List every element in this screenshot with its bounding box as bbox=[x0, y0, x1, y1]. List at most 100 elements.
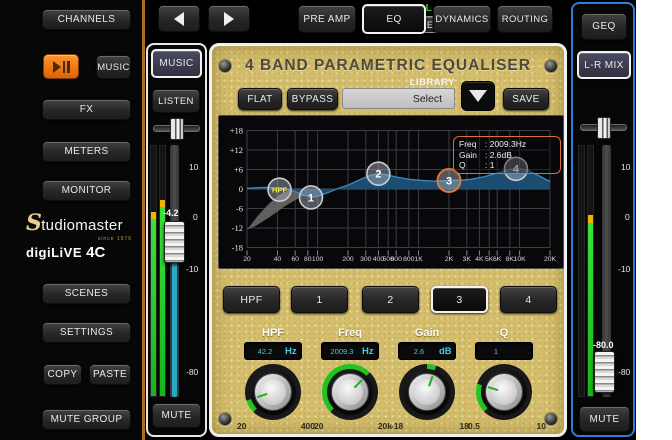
hpf-value-display: 42.2 Hz bbox=[244, 342, 302, 360]
paste-button[interactable]: PASTE bbox=[89, 364, 131, 385]
channel-meter-left bbox=[150, 145, 157, 397]
channel-pan-slider[interactable] bbox=[153, 118, 200, 140]
sidebar-item-settings[interactable]: SETTINGS bbox=[42, 322, 131, 343]
knob-pointer bbox=[353, 379, 363, 389]
gain-knob-group: Gain 2.6 dB -18 18 bbox=[391, 327, 469, 431]
band-info-box: Freq: 2009.3Hz Gain: 2.6dB Q: 1 bbox=[453, 136, 561, 174]
y-tick-label: -18 bbox=[232, 243, 243, 253]
geq-button[interactable]: GEQ bbox=[581, 13, 627, 40]
hpf-knob-group: HPF 42.2 Hz 20 400 bbox=[237, 327, 315, 431]
x-tick-label: 200 bbox=[342, 256, 354, 263]
x-tick-label: 3K bbox=[463, 256, 472, 263]
x-tick-label: 20K bbox=[544, 256, 557, 263]
eq-band-handle-HPF[interactable]: HPF bbox=[267, 177, 292, 202]
hpf-knob[interactable] bbox=[245, 364, 301, 420]
knob-value: 2.6 bbox=[413, 346, 425, 356]
info-q-value: : 1 bbox=[485, 160, 495, 170]
fader-scale-10: 10 bbox=[621, 162, 631, 172]
channel-pan-handle[interactable] bbox=[169, 118, 184, 140]
knob-label: Q bbox=[499, 327, 509, 339]
sidebar-item-mute-group[interactable]: MUTE GROUP bbox=[42, 409, 131, 430]
channel-fader-handle[interactable] bbox=[164, 221, 185, 263]
tab-dynamics[interactable]: DYNAMICS bbox=[433, 5, 491, 33]
eq-band-handle-2[interactable]: 2 bbox=[366, 161, 391, 187]
bypass-button[interactable]: BYPASS bbox=[287, 88, 338, 110]
knob-label: Freq bbox=[338, 327, 362, 339]
copy-button[interactable]: COPY bbox=[43, 364, 82, 385]
library-label: LIBRARY bbox=[409, 77, 455, 88]
model-suffix: 4C bbox=[86, 244, 106, 261]
info-gain-label: Gain bbox=[459, 149, 477, 160]
eq-graph: 20 40 60 80 100 200 300 400 500 600 800 1K 2K 3K 4K 5K 6… bbox=[218, 115, 564, 269]
master-strip: GEQ L-R MIX 10 0 -10 -80 -80.0 MUTE bbox=[571, 2, 635, 437]
x-tick-label: 60 bbox=[291, 256, 299, 263]
channel-fader-lower-track bbox=[172, 261, 177, 397]
band-button-2[interactable]: 2 bbox=[362, 286, 419, 313]
band-button-4[interactable]: 4 bbox=[500, 286, 557, 313]
knob-max: 10 bbox=[536, 421, 546, 431]
model-name: digiLiVE bbox=[26, 245, 82, 260]
x-tick-label: 80 bbox=[304, 256, 312, 263]
sidebar-item-monitor[interactable]: MONITOR bbox=[42, 180, 131, 201]
eq-band-handle-1[interactable]: 1 bbox=[298, 185, 324, 210]
y-tick-label: -12 bbox=[232, 223, 243, 233]
listen-button[interactable]: LISTEN bbox=[152, 89, 200, 113]
sidebar-item-scenes[interactable]: SCENES bbox=[42, 283, 131, 304]
channel-name-button[interactable]: MUSIC bbox=[151, 49, 202, 78]
master-meter-right bbox=[587, 145, 594, 397]
knob-unit: Hz bbox=[285, 345, 297, 357]
band-button-hpf[interactable]: HPF bbox=[223, 286, 280, 313]
tab-eq[interactable]: EQ bbox=[362, 4, 426, 34]
sidebar-item-channels[interactable]: CHANNELS bbox=[42, 9, 131, 30]
tab-routing[interactable]: ROUTING bbox=[497, 5, 553, 33]
prev-channel-button[interactable] bbox=[158, 5, 200, 32]
master-pan-handle[interactable] bbox=[596, 117, 611, 139]
channel-mute-button[interactable]: MUTE bbox=[152, 403, 201, 428]
x-tick-label: 800 bbox=[403, 256, 415, 263]
svg-text:3: 3 bbox=[446, 175, 452, 187]
master-fader-handle[interactable] bbox=[594, 351, 615, 393]
right-gutter bbox=[636, 0, 672, 440]
master-name-button[interactable]: L-R MIX bbox=[577, 51, 631, 79]
library-select[interactable]: Select bbox=[342, 88, 455, 109]
band-button-1[interactable]: 1 bbox=[291, 286, 348, 313]
meter-peak-segment bbox=[160, 200, 165, 207]
knob-pointer bbox=[487, 385, 499, 392]
sidebar-item-meters[interactable]: METERS bbox=[42, 141, 131, 162]
freq-knob[interactable] bbox=[322, 364, 378, 420]
info-freq-value: : 2009.3Hz bbox=[485, 139, 527, 149]
x-tick-label: 20 bbox=[243, 256, 251, 263]
fader-scale-m80: -80 bbox=[618, 367, 631, 377]
eq-panel: 4 BAND PARAMETRIC EQUALISER FLAT BYPASS … bbox=[209, 43, 567, 437]
channel-meter-right bbox=[159, 145, 166, 397]
meter-green-segment bbox=[588, 223, 593, 396]
knob-unit: dB bbox=[439, 345, 452, 357]
x-tick-label: 1K bbox=[414, 256, 423, 263]
next-channel-button[interactable] bbox=[208, 5, 250, 32]
knob-value: 1 bbox=[493, 346, 499, 356]
band-button-3[interactable]: 3 bbox=[431, 286, 488, 313]
gain-value-display: 2.6 dB bbox=[398, 342, 456, 360]
brand-name: tudiomaster bbox=[41, 217, 123, 234]
tab-preamp[interactable]: PRE AMP bbox=[298, 5, 356, 33]
arrow-right-icon bbox=[224, 11, 234, 26]
master-mute-button[interactable]: MUTE bbox=[579, 406, 630, 432]
sidebar-item-fx[interactable]: FX bbox=[42, 99, 131, 120]
play-pause-button[interactable] bbox=[43, 54, 79, 79]
screw-icon bbox=[218, 412, 232, 426]
q-knob[interactable] bbox=[476, 364, 532, 420]
info-gain-value: : 2.6dB bbox=[485, 149, 512, 160]
knob-pointer bbox=[256, 392, 268, 399]
y-tick-label: +6 bbox=[234, 165, 243, 175]
knob-max: 400 bbox=[300, 421, 315, 431]
flat-button[interactable]: FLAT bbox=[238, 88, 282, 110]
brand-initial: S bbox=[26, 210, 43, 236]
top-toolbar: FULL MODE PRE AMP EQ DYNAMICS ROUTING bbox=[146, 0, 569, 42]
library-dropdown-button[interactable] bbox=[461, 81, 495, 111]
knob-min: -18 bbox=[391, 421, 404, 431]
master-pan-slider[interactable] bbox=[580, 117, 627, 139]
sidebar-music-button[interactable]: MUSIC bbox=[96, 55, 131, 79]
gain-knob[interactable] bbox=[399, 364, 455, 420]
save-button[interactable]: SAVE bbox=[503, 88, 549, 110]
sidebar: CHANNELS MUSIC FX METERS MONITOR Studiom… bbox=[0, 0, 145, 440]
